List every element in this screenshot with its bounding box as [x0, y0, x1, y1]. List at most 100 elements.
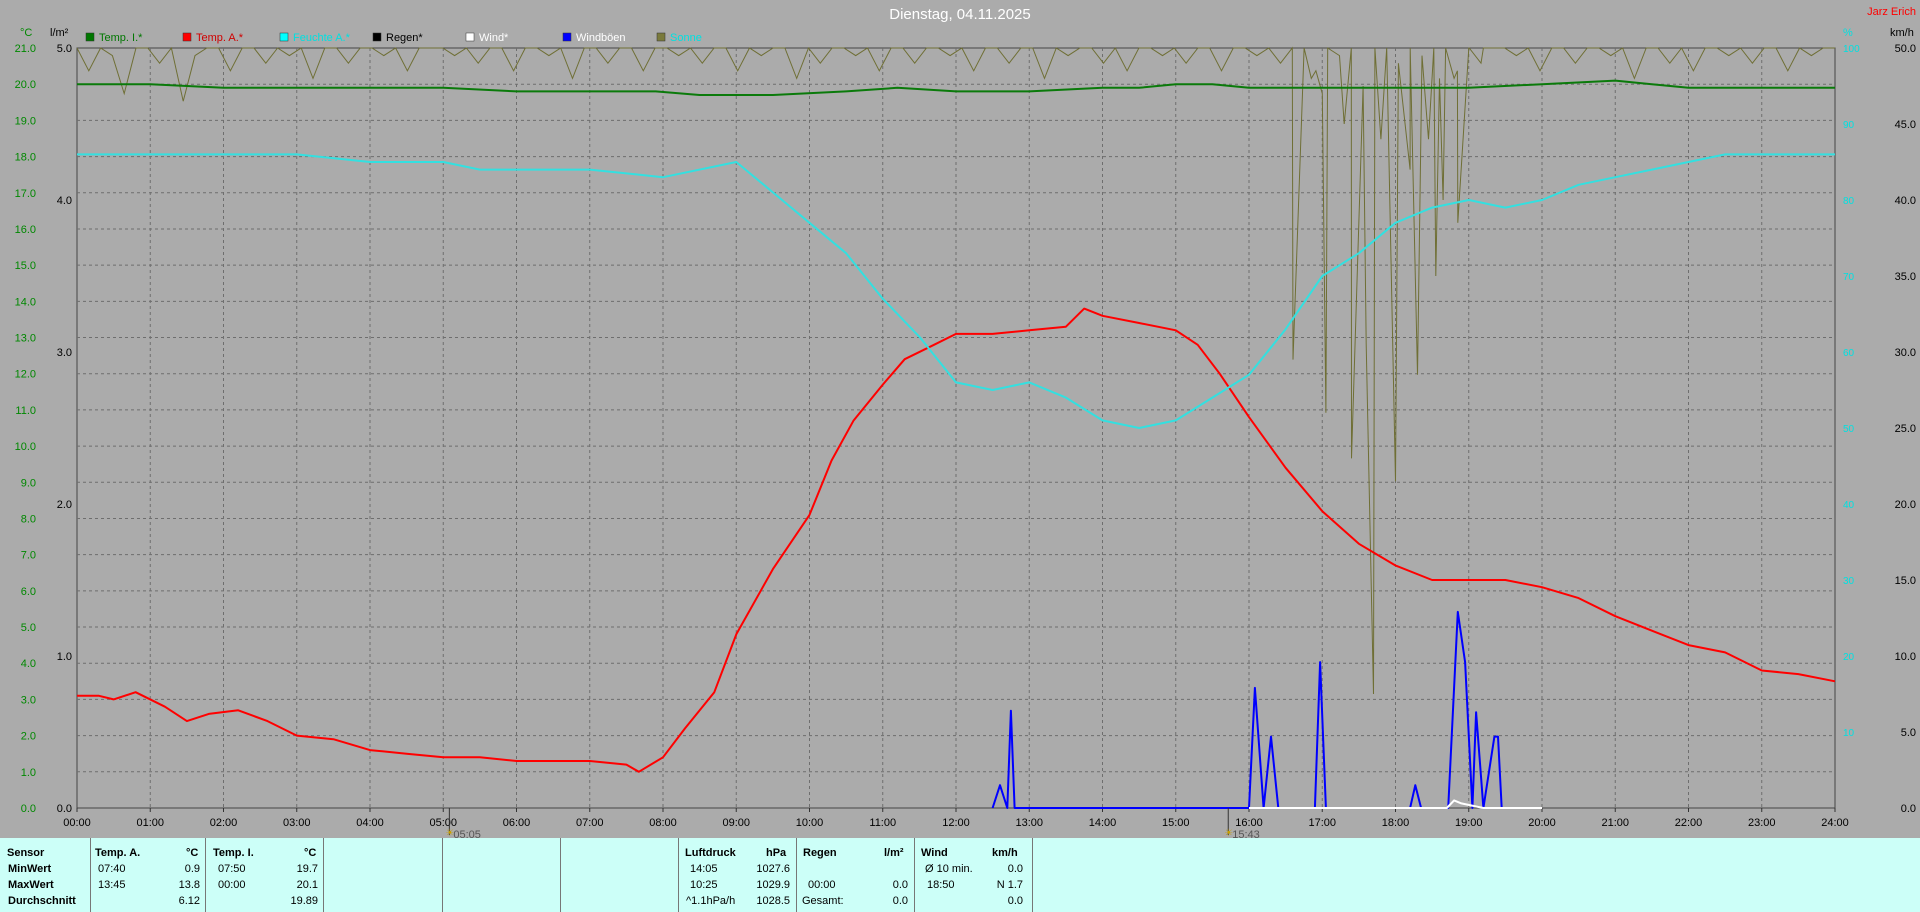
- pressure-min-time: 14:05: [690, 863, 718, 875]
- legend-label: Wind*: [479, 32, 509, 44]
- y-tick-temp: 1.0: [21, 767, 36, 779]
- y-tick-rain: 0.0: [57, 803, 72, 815]
- y-tick-temp: 12.0: [15, 369, 36, 381]
- legend-swatch: [372, 32, 382, 42]
- y-tick-wind: 20.0: [1895, 499, 1916, 511]
- pressure-avg: 1028.5: [756, 895, 790, 907]
- divider: [90, 838, 91, 912]
- y-tick-pct: 70: [1843, 272, 1855, 283]
- chart-title: Dienstag, 04.11.2025: [889, 6, 1031, 23]
- y-tick-temp: 16.0: [15, 224, 36, 236]
- y-tick-rain: 5.0: [57, 43, 72, 55]
- legend-swatch: [279, 32, 289, 42]
- temp-a-min-time: 07:40: [98, 863, 126, 875]
- stats-row-avg: Durchschnitt: [8, 895, 76, 907]
- wind-mean: 0.0: [1007, 895, 1023, 907]
- legend-label: Temp. A.*: [196, 32, 244, 44]
- temp-a-max: 13.8: [178, 879, 200, 891]
- rain-time: 00:00: [808, 879, 836, 891]
- y-tick-temp: 17.0: [15, 188, 36, 200]
- wind-max: N 1.7: [996, 879, 1023, 891]
- unit-temp: °C: [20, 27, 32, 39]
- temp-i-min-time: 07:50: [218, 863, 246, 875]
- x-tick-label: 21:00: [1601, 817, 1629, 829]
- y-tick-rain: 1.0: [57, 651, 72, 663]
- x-tick-label: 09:00: [722, 817, 750, 829]
- x-tick-label: 02:00: [210, 817, 238, 829]
- y-tick-rain: 4.0: [57, 195, 72, 207]
- y-tick-pct: 60: [1843, 348, 1855, 359]
- y-tick-temp: 8.0: [21, 513, 36, 525]
- y-tick-wind: 40.0: [1895, 195, 1916, 207]
- sun-markers: ☀ 05:05 ☀ 15:43: [445, 808, 1260, 838]
- x-tick-label: 24:00: [1821, 817, 1849, 829]
- x-tick-label: 12:00: [942, 817, 970, 829]
- pressure-trend: ^1.1hPa/h: [686, 895, 736, 907]
- temp-i-max-time: 00:00: [218, 879, 246, 891]
- legend-swatch: [465, 32, 475, 42]
- temp-i-avg: 19.89: [290, 895, 318, 907]
- y-tick-temp: 20.0: [15, 79, 36, 91]
- divider: [205, 838, 206, 912]
- y-tick-temp: 9.0: [21, 477, 36, 489]
- y-tick-pct: 40: [1843, 500, 1855, 511]
- legend-swatch: [562, 32, 572, 42]
- y-tick-rain: 3.0: [57, 347, 72, 359]
- x-tick-label: 15:00: [1162, 817, 1190, 829]
- x-tick-label: 07:00: [576, 817, 604, 829]
- stats-header-rain: Regen: [803, 847, 837, 859]
- stats-header-pressure: Luftdruck: [685, 847, 736, 859]
- stats-row-max: MaxWert: [8, 879, 54, 891]
- y-tick-pct: 20: [1843, 652, 1855, 663]
- legend-swatch: [85, 32, 95, 42]
- y-tick-wind: 5.0: [1901, 727, 1916, 739]
- brand-label: Jarz Erich: [1867, 6, 1916, 18]
- y-tick-temp: 4.0: [21, 658, 36, 670]
- y-tick-temp: 2.0: [21, 731, 36, 743]
- x-tick-label: 13:00: [1015, 817, 1043, 829]
- y-tick-wind: 10.0: [1895, 651, 1916, 663]
- divider: [914, 838, 915, 912]
- temp-a-min: 0.9: [184, 863, 200, 875]
- pressure-max: 1029.9: [756, 879, 790, 891]
- x-tick-label: 16:00: [1235, 817, 1263, 829]
- temp-a-max-time: 13:45: [98, 879, 126, 891]
- x-tick-label: 14:00: [1089, 817, 1117, 829]
- x-tick-label: 18:00: [1382, 817, 1410, 829]
- y-tick-rain: 2.0: [57, 499, 72, 511]
- rain-max: 0.0: [892, 879, 908, 891]
- divider: [323, 838, 324, 912]
- legend-label: Windböen: [576, 32, 626, 44]
- y-tick-wind: 45.0: [1895, 119, 1916, 131]
- x-tick-label: 00:00: [63, 817, 91, 829]
- rain-total: 0.0: [892, 895, 908, 907]
- wind-avg-label: Ø 10 min.: [925, 863, 973, 875]
- y-tick-temp: 13.0: [15, 333, 36, 345]
- divider: [560, 838, 561, 912]
- y-tick-pct: 80: [1843, 196, 1855, 207]
- stats-unit-pressure: hPa: [766, 847, 787, 859]
- temp-i-min: 19.7: [296, 863, 318, 875]
- divider: [442, 838, 443, 912]
- x-tick-label: 22:00: [1675, 817, 1703, 829]
- y-tick-temp: 14.0: [15, 296, 36, 308]
- y-tick-temp: 6.0: [21, 586, 36, 598]
- divider: [796, 838, 797, 912]
- legend: Temp. I.* Temp. A.* Feuchte A.* Regen* Wind*…: [85, 32, 702, 44]
- y-tick-temp: 3.0: [21, 694, 36, 706]
- y-tick-temp: 5.0: [21, 622, 36, 634]
- x-tick-label: 10:00: [796, 817, 824, 829]
- legend-label: Regen*: [386, 32, 423, 44]
- y-tick-wind: 0.0: [1901, 803, 1916, 815]
- x-tick-label: 11:00: [869, 817, 896, 829]
- stats-header-temp-a: Temp. A.: [95, 847, 141, 859]
- y-tick-temp: 7.0: [21, 550, 36, 562]
- y-tick-wind: 25.0: [1895, 423, 1916, 435]
- x-tick-label: 06:00: [503, 817, 531, 829]
- x-tick-label: 17:00: [1308, 817, 1336, 829]
- x-tick-label: 03:00: [283, 817, 311, 829]
- y-tick-wind: 15.0: [1895, 575, 1916, 587]
- legend-swatch: [656, 32, 666, 42]
- sunset-label: 15:43: [1232, 829, 1260, 838]
- y-tick-wind: 30.0: [1895, 347, 1916, 359]
